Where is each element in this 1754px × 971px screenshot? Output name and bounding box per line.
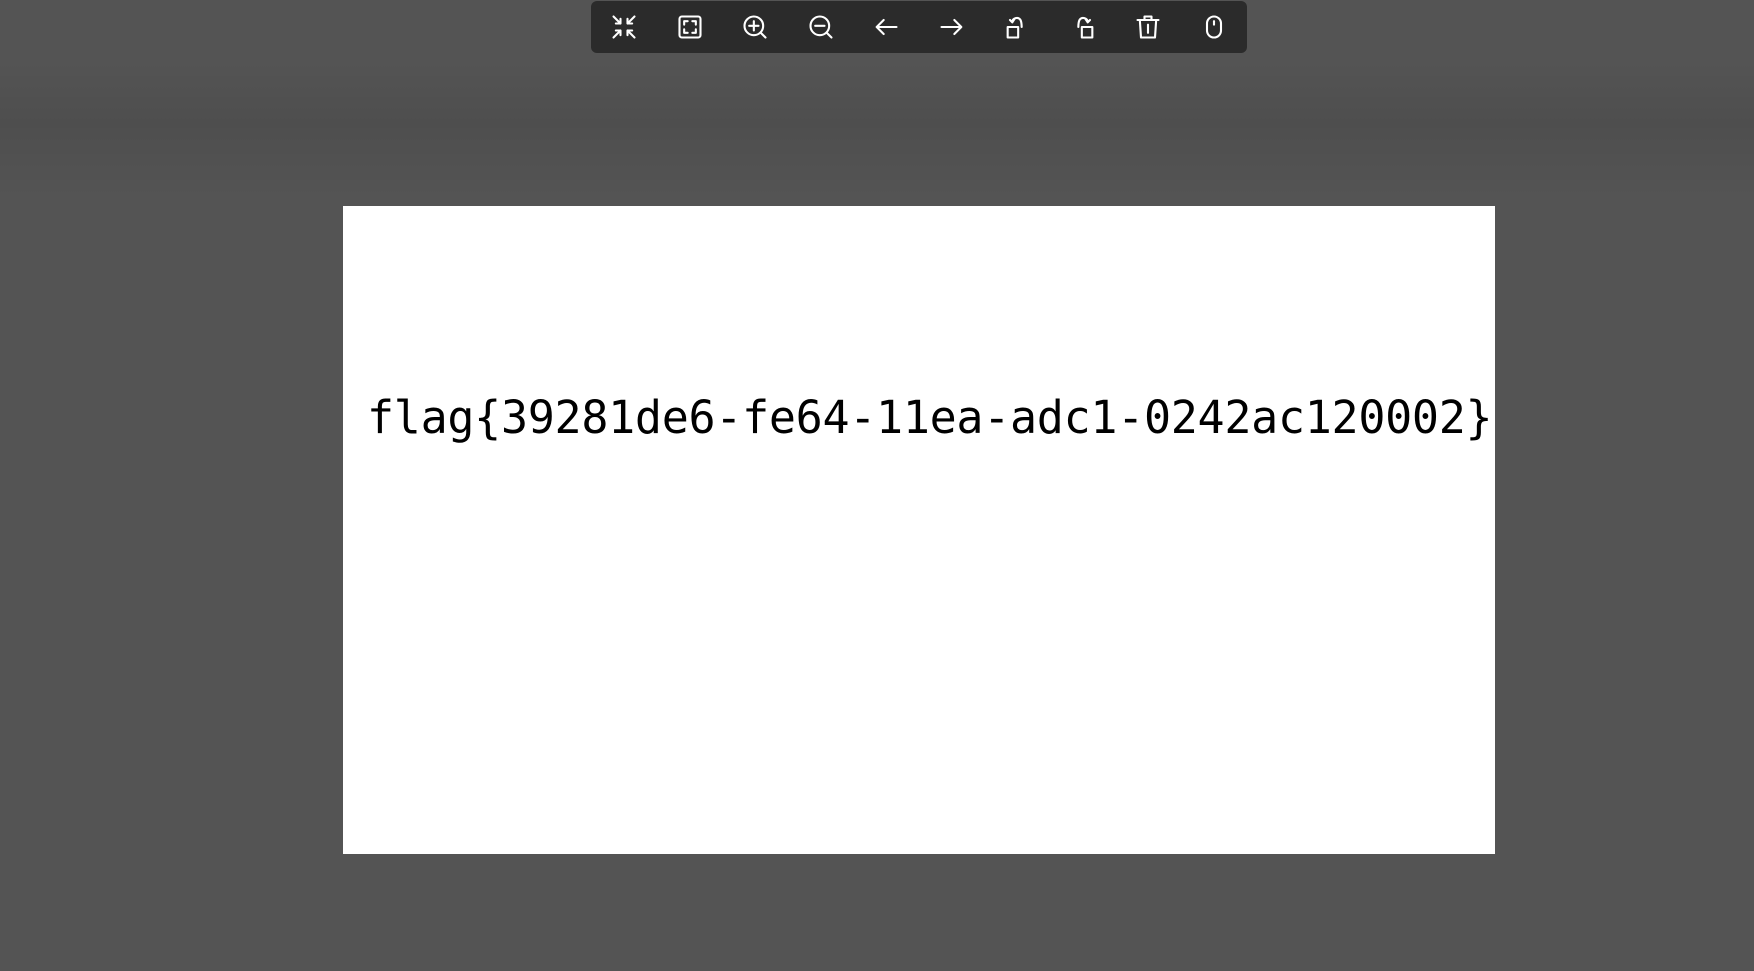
rotate-right-button[interactable]	[1058, 5, 1108, 49]
delete-button[interactable]	[1123, 5, 1173, 49]
mouse-icon	[1205, 15, 1222, 39]
collapse-icon	[612, 15, 636, 39]
zoom-in-button[interactable]	[730, 5, 780, 49]
zoom-out-icon	[809, 15, 833, 39]
arrow-right-icon	[940, 18, 963, 36]
image-flag-text: flag{39281de6-fe64-11ea-adc1-0242ac12000…	[367, 391, 1493, 444]
fit-screen-button[interactable]	[665, 5, 715, 49]
collapse-button[interactable]	[599, 5, 649, 49]
rotate-right-icon	[1077, 16, 1094, 39]
arrow-left-icon	[875, 18, 898, 36]
rotate-left-button[interactable]	[992, 5, 1042, 49]
viewer-backdrop	[0, 60, 1754, 200]
previous-button[interactable]	[861, 5, 911, 49]
next-button[interactable]	[927, 5, 977, 49]
image-viewer-toolbar	[591, 1, 1247, 53]
rotate-left-icon	[1006, 16, 1023, 39]
zoom-out-button[interactable]	[796, 5, 846, 49]
mouse-mode-button[interactable]	[1189, 5, 1239, 49]
zoom-in-icon	[743, 15, 767, 39]
viewed-image: flag{39281de6-fe64-11ea-adc1-0242ac12000…	[343, 206, 1495, 854]
trash-icon	[1136, 15, 1160, 39]
fit-screen-icon	[677, 15, 702, 39]
